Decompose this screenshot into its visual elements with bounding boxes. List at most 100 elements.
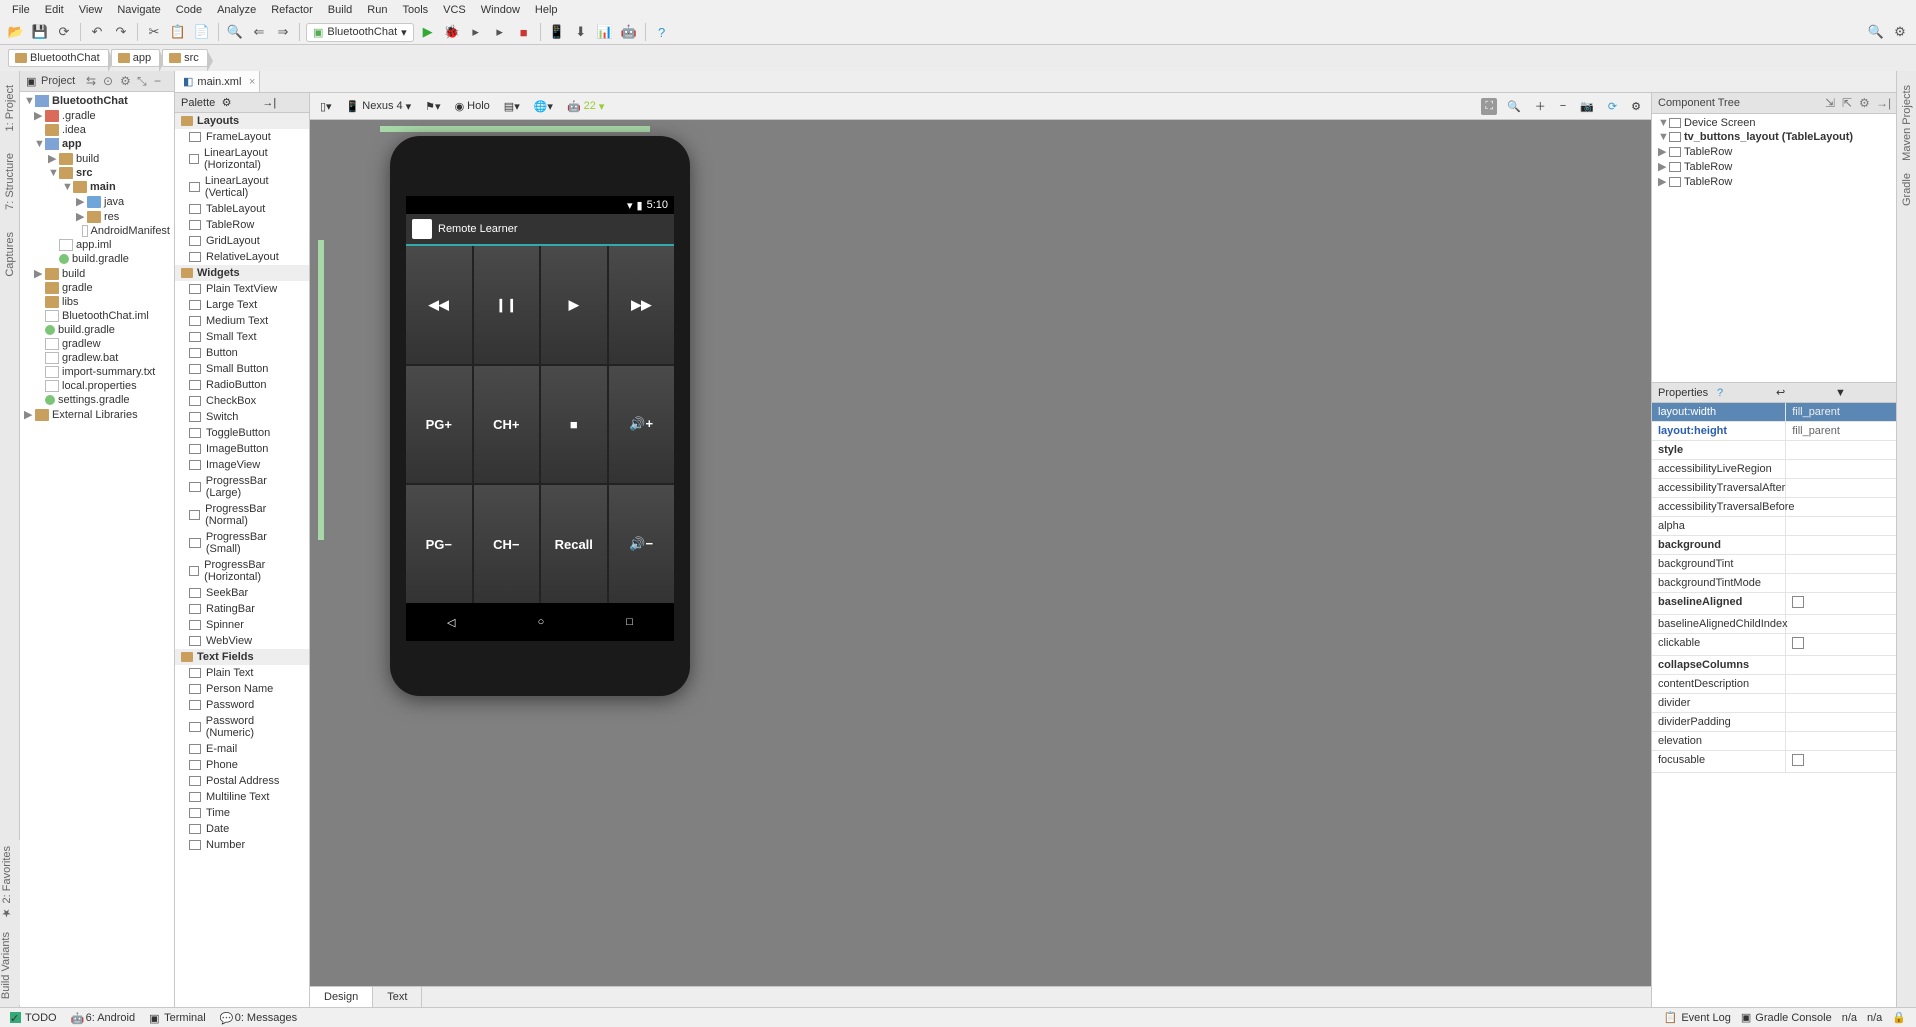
- tree-item[interactable]: settings.gradle: [20, 393, 174, 407]
- sdk-icon[interactable]: ⬇: [571, 22, 591, 42]
- zoom-100-icon[interactable]: 🔍: [1503, 98, 1525, 115]
- palette-item[interactable]: Large Text: [175, 297, 309, 313]
- menu-refactor[interactable]: Refactor: [265, 2, 319, 18]
- menu-tools[interactable]: Tools: [396, 2, 434, 18]
- palette-item[interactable]: WebView: [175, 633, 309, 649]
- ctree-gear-icon[interactable]: ⚙: [1859, 96, 1873, 110]
- palette-item[interactable]: GridLayout: [175, 233, 309, 249]
- palette-item[interactable]: Spinner: [175, 617, 309, 633]
- palette-item[interactable]: Multiline Text: [175, 789, 309, 805]
- preview-button[interactable]: CH+: [474, 366, 540, 484]
- palette-category[interactable]: Widgets: [175, 265, 309, 281]
- tool-tab[interactable]: Build Variants: [0, 926, 20, 1005]
- breadcrumb-item[interactable]: src: [162, 49, 208, 67]
- preview-button[interactable]: ▶: [541, 246, 607, 364]
- redo-icon[interactable]: ↷: [111, 22, 131, 42]
- tree-item[interactable]: ▶build: [20, 151, 174, 166]
- preview-button[interactable]: 🔊−: [609, 485, 675, 603]
- palette-item[interactable]: ProgressBar (Small): [175, 529, 309, 557]
- layout-icon[interactable]: ▤▾: [500, 98, 524, 115]
- sb-android[interactable]: 🤖6: Android: [71, 1012, 136, 1024]
- tree-item[interactable]: ▶.gradle: [20, 108, 174, 123]
- tree-item[interactable]: AndroidManifest: [20, 224, 174, 238]
- property-row[interactable]: accessibilityLiveRegion: [1652, 460, 1896, 479]
- component-item[interactable]: ▶TableRow: [1654, 144, 1894, 159]
- breadcrumb-item[interactable]: app: [111, 49, 160, 67]
- props-reset-icon[interactable]: ↩: [1776, 386, 1831, 399]
- property-row[interactable]: elevation: [1652, 732, 1896, 751]
- minimize-icon[interactable]: −: [154, 74, 168, 88]
- tree-item[interactable]: ▼main: [20, 180, 174, 194]
- palette-item[interactable]: ProgressBar (Normal): [175, 501, 309, 529]
- cut-icon[interactable]: ✂: [144, 22, 164, 42]
- preview-button[interactable]: Recall: [541, 485, 607, 603]
- tree-item[interactable]: local.properties: [20, 379, 174, 393]
- property-row[interactable]: accessibilityTraversalBefore: [1652, 498, 1896, 517]
- tree-item[interactable]: app.iml: [20, 238, 174, 252]
- tree-item[interactable]: build.gradle: [20, 323, 174, 337]
- palette-item[interactable]: Small Button: [175, 361, 309, 377]
- property-row[interactable]: contentDescription: [1652, 675, 1896, 694]
- palette-item[interactable]: CheckBox: [175, 393, 309, 409]
- config-icon[interactable]: ⚑▾: [421, 98, 444, 115]
- device-preview[interactable]: ▾ ▮ 5:10 Remote Learner ◀◀❙❙▶▶▶PG+CH+■🔊+…: [390, 136, 690, 696]
- paste-icon[interactable]: 📄: [192, 22, 212, 42]
- screenshot-icon[interactable]: 📷: [1576, 98, 1598, 115]
- property-row[interactable]: backgroundTint: [1652, 555, 1896, 574]
- tree-item[interactable]: gradlew: [20, 337, 174, 351]
- menu-vcs[interactable]: VCS: [437, 2, 472, 18]
- gear-icon[interactable]: ⚙: [120, 74, 134, 88]
- open-icon[interactable]: 📂: [6, 22, 26, 42]
- sb-terminal[interactable]: ▣Terminal: [149, 1012, 206, 1024]
- palette-item[interactable]: LinearLayout (Vertical): [175, 173, 309, 201]
- run-config-combo[interactable]: ▣ BluetoothChat ▾: [306, 23, 414, 42]
- menu-build[interactable]: Build: [322, 2, 358, 18]
- palette-item[interactable]: RelativeLayout: [175, 249, 309, 265]
- menu-run[interactable]: Run: [361, 2, 393, 18]
- property-row[interactable]: layout:heightfill_parent: [1652, 422, 1896, 441]
- menu-analyze[interactable]: Analyze: [211, 2, 262, 18]
- zoom-out-icon[interactable]: −: [1556, 98, 1570, 114]
- android-icon[interactable]: 🤖: [619, 22, 639, 42]
- palette-item[interactable]: Button: [175, 345, 309, 361]
- palette-item[interactable]: ToggleButton: [175, 425, 309, 441]
- tree-item[interactable]: ▶build: [20, 266, 174, 281]
- zoom-fit-icon[interactable]: ⛶: [1481, 98, 1497, 115]
- sb-lock-icon[interactable]: 🔒: [1892, 1011, 1906, 1024]
- palette-item[interactable]: TableRow: [175, 217, 309, 233]
- component-item[interactable]: ▼Device Screen: [1654, 116, 1894, 130]
- preview-button[interactable]: ◀◀: [406, 246, 472, 364]
- settings-icon[interactable]: ⚙: [1890, 22, 1910, 42]
- palette-item[interactable]: Medium Text: [175, 313, 309, 329]
- stop-icon[interactable]: ■: [514, 22, 534, 42]
- palette-item[interactable]: RatingBar: [175, 601, 309, 617]
- menu-view[interactable]: View: [73, 2, 109, 18]
- palette-item[interactable]: TableLayout: [175, 201, 309, 217]
- breadcrumb-item[interactable]: BluetoothChat: [8, 49, 109, 67]
- tab-design[interactable]: Design: [310, 987, 373, 1007]
- property-row[interactable]: backgroundTintMode: [1652, 574, 1896, 593]
- preview-button[interactable]: ❙❙: [474, 246, 540, 364]
- palette-item[interactable]: RadioButton: [175, 377, 309, 393]
- property-row[interactable]: collapseColumns: [1652, 656, 1896, 675]
- tree-item[interactable]: ▼src: [20, 166, 174, 180]
- close-icon[interactable]: ×: [249, 76, 255, 88]
- tool-tab[interactable]: 1: Project: [4, 79, 16, 137]
- tree-item[interactable]: import-summary.txt: [20, 365, 174, 379]
- property-row[interactable]: focusable: [1652, 751, 1896, 773]
- palette-item[interactable]: Password: [175, 697, 309, 713]
- palette-item[interactable]: Switch: [175, 409, 309, 425]
- property-row[interactable]: layout:widthfill_parent: [1652, 403, 1896, 422]
- palette-category[interactable]: Layouts: [175, 113, 309, 129]
- component-item[interactable]: ▶TableRow: [1654, 174, 1894, 189]
- tree-item[interactable]: BluetoothChat.iml: [20, 309, 174, 323]
- palette-item[interactable]: Date: [175, 821, 309, 837]
- property-row[interactable]: background: [1652, 536, 1896, 555]
- preview-button[interactable]: ■: [541, 366, 607, 484]
- theme-combo[interactable]: ◉ Holo: [451, 98, 494, 115]
- hide-icon[interactable]: ⤡: [137, 74, 151, 88]
- save-icon[interactable]: 💾: [30, 22, 50, 42]
- tab-text[interactable]: Text: [373, 987, 422, 1007]
- property-row[interactable]: clickable: [1652, 634, 1896, 656]
- palette-item[interactable]: E-mail: [175, 741, 309, 757]
